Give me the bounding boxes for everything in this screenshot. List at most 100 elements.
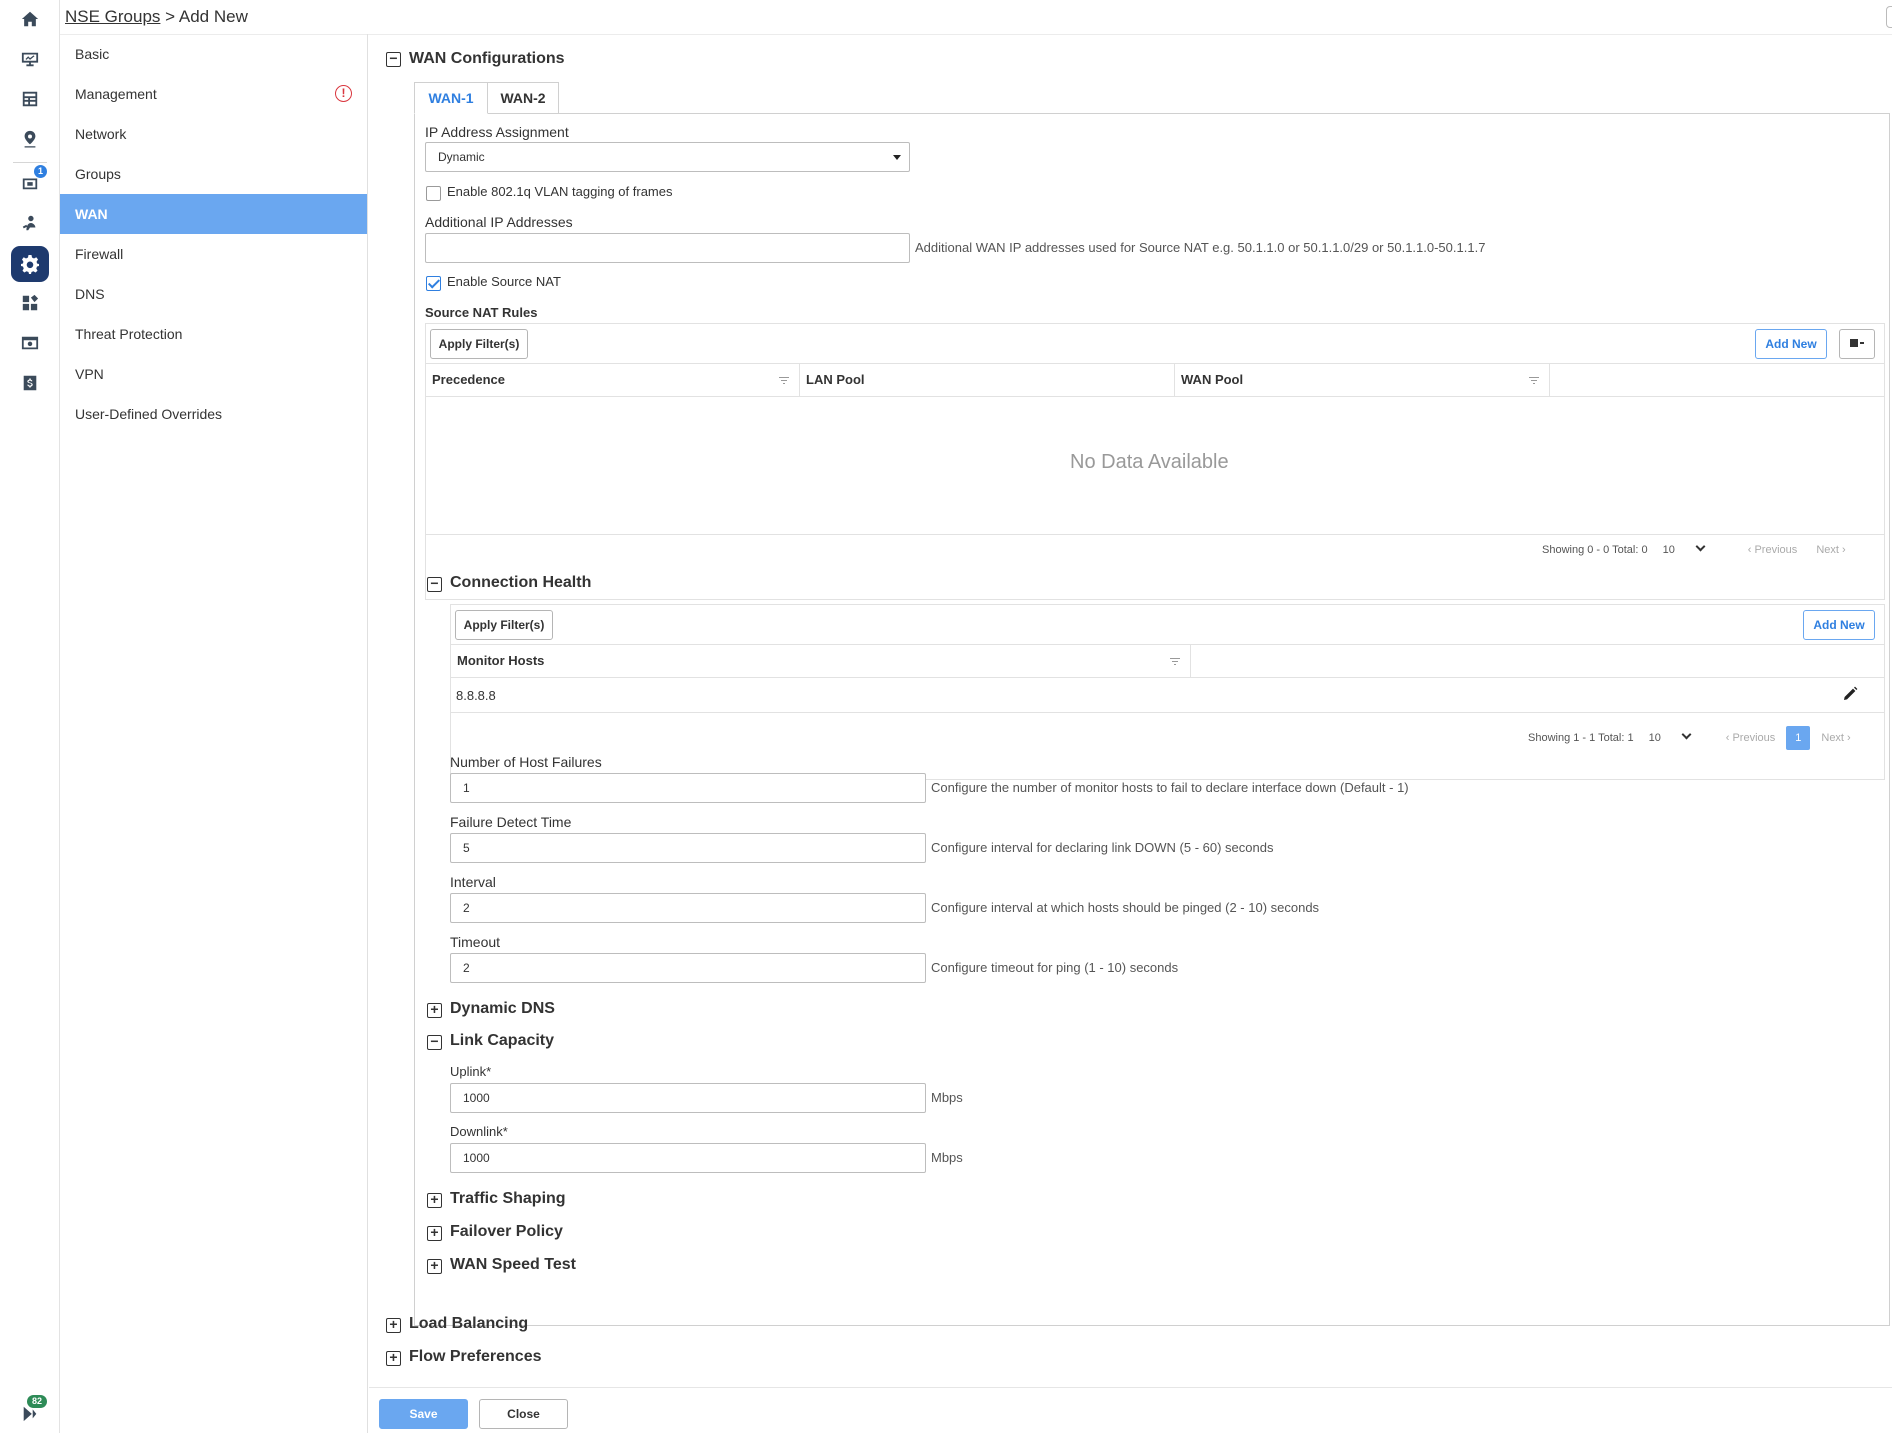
browser-settings-icon[interactable] — [17, 330, 43, 356]
health-previous-button[interactable]: ‹ Previous — [1726, 732, 1776, 744]
health-page-size-select[interactable]: 10 — [1648, 729, 1717, 744]
nav-item-wan[interactable]: WAN — [60, 194, 367, 234]
timeout-label: Timeout — [450, 934, 501, 950]
nat-add-new-button[interactable]: Add New — [1755, 329, 1827, 359]
tab-wan-1[interactable]: WAN-1 — [414, 82, 488, 114]
main-content: − WAN Configurations WAN-1 WAN-2 IP Addr… — [369, 34, 1892, 1433]
breadcrumb-separator: > — [160, 7, 179, 26]
expand-failover-policy-toggle[interactable]: + — [427, 1225, 442, 1241]
failure-detect-time-value: 5 — [463, 841, 470, 855]
expand-flow-preferences-toggle[interactable]: + — [386, 1350, 401, 1366]
nav-item-label: Network — [75, 126, 127, 142]
additional-ip-input[interactable] — [425, 233, 910, 263]
nat-next-button[interactable]: Next › — [1816, 544, 1845, 556]
column-header-monitor-hosts[interactable]: Monitor Hosts — [451, 645, 1191, 677]
columns-icon-dash — [1860, 342, 1864, 344]
downlink-input[interactable]: 1000 — [450, 1143, 926, 1173]
column-header-label: Monitor Hosts — [457, 653, 545, 668]
users-icon[interactable] — [17, 210, 43, 236]
nav-item-label: Threat Protection — [75, 326, 183, 342]
nav-item-network[interactable]: Network — [60, 114, 367, 154]
nav-item-management[interactable]: Management! — [60, 74, 367, 114]
monitor-icon[interactable] — [17, 46, 43, 72]
health-add-new-button[interactable]: Add New — [1803, 610, 1875, 640]
dashboard-widgets-icon[interactable] — [17, 290, 43, 316]
column-header-wan-pool[interactable]: WAN Pool — [1175, 364, 1550, 396]
edit-pencil-icon[interactable] — [1842, 686, 1858, 702]
column-header-label: Precedence — [432, 372, 505, 387]
close-button[interactable]: Close — [479, 1399, 568, 1429]
expand-load-balancing-toggle[interactable]: + — [386, 1317, 401, 1333]
breadcrumb: NSE Groups > Add New — [65, 7, 248, 27]
section-nav: Basic Management! Network Groups WAN Fir… — [60, 34, 368, 1433]
nav-item-user-defined-overrides[interactable]: User-Defined Overrides — [60, 394, 367, 434]
health-apply-filters-button[interactable]: Apply Filter(s) — [455, 610, 553, 640]
breadcrumb-parent-link[interactable]: NSE Groups — [65, 7, 160, 26]
previous-label: Previous — [1754, 544, 1798, 556]
uplink-input[interactable]: 1000 — [450, 1083, 926, 1113]
breadcrumb-current: Add New — [178, 7, 248, 26]
source-nat-label: Enable Source NAT — [447, 274, 561, 289]
source-nat-checkbox[interactable] — [426, 276, 441, 291]
page-number-button[interactable]: 1 — [1786, 726, 1811, 750]
nat-previous-button[interactable]: ‹ Previous — [1748, 544, 1798, 556]
collapse-wan-configurations-toggle[interactable]: − — [386, 51, 401, 67]
nav-item-firewall[interactable]: Firewall — [60, 234, 367, 274]
expand-dynamic-dns-toggle[interactable]: + — [427, 1002, 442, 1018]
column-header-lan-pool[interactable]: LAN Pool — [800, 364, 1175, 396]
location-pin-icon[interactable] — [17, 126, 43, 152]
nav-item-label: Management — [75, 86, 157, 102]
host-failures-label: Number of Host Failures — [450, 754, 602, 770]
nat-apply-filters-button[interactable]: Apply Filter(s) — [430, 329, 528, 359]
table-icon[interactable] — [17, 86, 43, 112]
nav-item-vpn[interactable]: VPN — [60, 354, 367, 394]
failure-detect-time-label: Failure Detect Time — [450, 814, 572, 830]
next-label: Next — [1821, 732, 1844, 744]
health-next-button[interactable]: Next › — [1821, 732, 1850, 744]
additional-ip-label: Additional IP Addresses — [425, 214, 573, 230]
host-failures-input[interactable]: 1 — [450, 773, 926, 803]
nav-item-threat-protection[interactable]: Threat Protection — [60, 314, 367, 354]
tab-wan-2[interactable]: WAN-2 — [487, 82, 559, 114]
connection-health-title: Connection Health — [450, 574, 592, 591]
filter-icon[interactable] — [779, 377, 789, 384]
failure-detect-time-input[interactable]: 5 — [450, 833, 926, 863]
filter-icon[interactable] — [1529, 377, 1539, 384]
filter-icon[interactable] — [1170, 658, 1180, 665]
icon-rail: 1 82 — [0, 0, 60, 1433]
columns-icon — [1850, 339, 1858, 347]
billing-dollar-icon[interactable] — [17, 370, 43, 396]
column-header-precedence[interactable]: Precedence — [426, 364, 800, 396]
settings-gear-icon[interactable] — [11, 246, 49, 282]
nat-page-size-select[interactable]: 10 — [1663, 541, 1731, 556]
ip-assignment-label: IP Address Assignment — [425, 124, 569, 140]
interval-input[interactable]: 2 — [450, 893, 926, 923]
failover-policy-title: Failover Policy — [450, 1223, 563, 1240]
ip-assignment-select[interactable]: Dynamic — [425, 142, 910, 172]
nav-item-label: Groups — [75, 166, 121, 182]
nav-item-dns[interactable]: DNS — [60, 274, 367, 314]
nat-pager-summary: Showing 0 - 0 Total: 0 — [1542, 544, 1648, 556]
ip-assignment-value: Dynamic — [438, 150, 485, 164]
nav-item-label: User-Defined Overrides — [75, 406, 223, 422]
save-button[interactable]: Save — [379, 1399, 468, 1429]
nav-item-groups[interactable]: Groups — [60, 154, 367, 194]
expand-wan-speed-test-toggle[interactable]: + — [427, 1258, 442, 1274]
expand-traffic-shaping-toggle[interactable]: + — [427, 1192, 442, 1208]
uplink-unit: Mbps — [931, 1090, 963, 1105]
collapse-connection-health-toggle[interactable]: − — [427, 576, 442, 592]
nav-item-basic[interactable]: Basic — [60, 34, 367, 74]
chat-icon[interactable]: 82 — [17, 1395, 47, 1426]
collapse-link-capacity-toggle[interactable]: − — [427, 1034, 442, 1050]
table-row[interactable]: 8.8.8.8 — [450, 678, 1885, 712]
downlink-unit: Mbps — [931, 1150, 963, 1165]
column-settings-button[interactable] — [1839, 329, 1875, 359]
home-icon[interactable] — [17, 6, 43, 32]
interval-help: Configure interval at which hosts should… — [931, 900, 1320, 915]
vlan-tagging-checkbox[interactable] — [426, 186, 441, 201]
timeout-input[interactable]: 2 — [450, 953, 926, 983]
nat-pager: Showing 0 - 0 Total: 0 10 ‹ Previous Nex… — [1542, 541, 1846, 556]
downlink-value: 1000 — [463, 1151, 490, 1165]
page-size-value: 10 — [1648, 732, 1661, 744]
notification-icon[interactable]: 1 — [17, 165, 47, 196]
